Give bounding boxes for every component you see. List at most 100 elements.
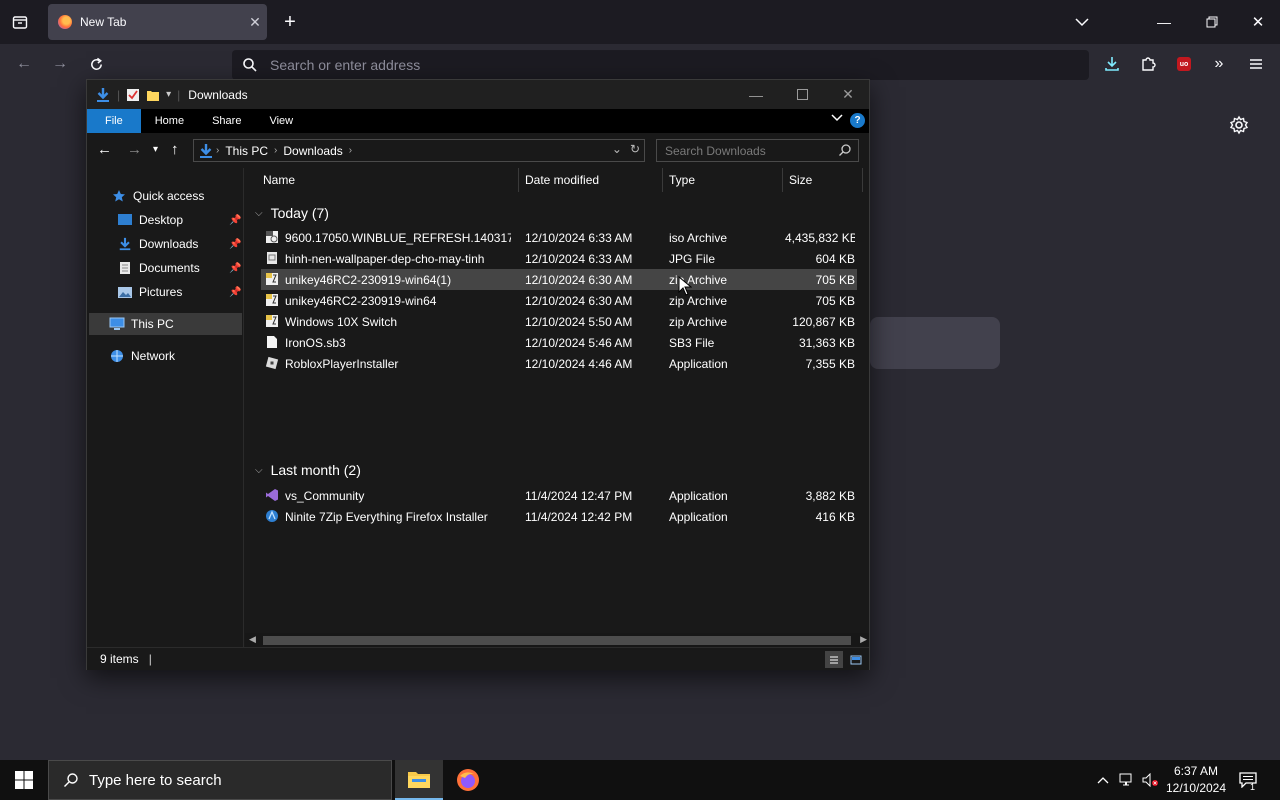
details-view-icon[interactable] [825, 651, 843, 668]
file-date-modified: 12/10/2024 6:33 AM [525, 231, 633, 245]
group-header-last-month[interactable]: ⌵ Last month (2) [255, 459, 361, 481]
back-arrow-icon[interactable]: ← [97, 141, 112, 158]
network-status-icon[interactable] [1116, 760, 1138, 800]
tab-close-icon[interactable]: ✕ [243, 14, 267, 31]
status-bar: 9 items | [87, 647, 869, 670]
help-icon[interactable]: ? [850, 113, 865, 128]
file-row[interactable]: Ninite 7Zip Everything Firefox Installer… [261, 506, 857, 527]
search-downloads-input[interactable]: Search Downloads [656, 139, 859, 162]
column-header-date-modified[interactable]: Date modified [519, 168, 663, 192]
taskbar-search-box[interactable]: Type here to search [48, 760, 392, 800]
navigation-pane: Quick access Desktop 📌 Downloads 📌 Docum… [87, 168, 244, 647]
explorer-minimize-icon[interactable]: — [733, 80, 779, 109]
up-arrow-icon[interactable]: ↑ [171, 141, 179, 158]
refresh-icon[interactable]: ↻ [630, 142, 640, 156]
new-tab-search-box[interactable] [870, 317, 1000, 369]
column-header-type[interactable]: Type [663, 168, 783, 192]
action-center-icon[interactable]: 1 [1236, 760, 1260, 800]
expand-ribbon-icon[interactable] [831, 113, 843, 125]
file-explorer-window: | ▾ | Downloads — ✕ File Home Share View… [86, 79, 870, 670]
nav-desktop[interactable]: Desktop 📌 [117, 209, 243, 231]
tab-home[interactable]: Home [141, 109, 198, 133]
breadcrumb-this-pc[interactable]: This PC [225, 144, 268, 158]
horizontal-scrollbar[interactable]: ◀ ▶ [245, 633, 869, 647]
file-date-modified: 12/10/2024 5:50 AM [525, 315, 633, 329]
file-name: unikey46RC2-230919-win64 [285, 294, 437, 308]
downloads-icon[interactable] [1100, 52, 1124, 76]
new-tab-button[interactable]: + [278, 10, 302, 34]
firefox-view-icon[interactable] [8, 10, 32, 34]
customize-qat-icon[interactable]: ▾ [166, 89, 171, 100]
forward-arrow-icon[interactable]: → [127, 141, 142, 158]
file-row[interactable]: 9600.17050.WINBLUE_REFRESH.140317-1... 12… [261, 227, 857, 248]
tab-file[interactable]: File [87, 109, 141, 133]
ribbon-tabs: File Home Share View ? [87, 109, 869, 133]
scrollbar-thumb[interactable] [263, 636, 851, 645]
system-clock[interactable]: 6:37 AM 12/10/2024 [1160, 763, 1232, 797]
recent-locations-icon[interactable]: ▾ [153, 144, 158, 155]
nav-network[interactable]: Network [109, 345, 241, 367]
restore-window-icon[interactable] [1198, 8, 1226, 36]
file-explorer-taskbar-icon[interactable] [395, 760, 443, 800]
file-type: iso Archive [669, 231, 728, 245]
file-name: Windows 10X Switch [285, 315, 398, 329]
pin-icon[interactable]: 📌 [229, 215, 241, 226]
file-row[interactable]: unikey46RC2-230919-win64(1) 12/10/2024 6:… [261, 269, 857, 290]
new-folder-icon[interactable] [146, 88, 160, 102]
explorer-close-icon[interactable]: ✕ [825, 80, 871, 109]
breadcrumb-chevron-icon[interactable]: › [349, 145, 352, 156]
column-header-name[interactable]: Name [257, 168, 519, 192]
tab-share[interactable]: Share [198, 109, 255, 133]
close-window-icon[interactable]: ✕ [1244, 8, 1272, 36]
browser-tab-bar: New Tab ✕ + — ✕ [0, 0, 1280, 44]
explorer-maximize-icon[interactable] [779, 80, 825, 109]
file-row[interactable]: unikey46RC2-230919-win64 12/10/2024 6:30 … [261, 290, 857, 311]
back-arrow-icon[interactable]: ← [12, 52, 36, 76]
nav-documents[interactable]: Documents 📌 [117, 257, 243, 279]
scroll-left-icon[interactable]: ◀ [249, 634, 256, 645]
firefox-taskbar-icon[interactable] [444, 760, 492, 800]
group-header-today[interactable]: ⌵ Today (7) [255, 202, 329, 224]
extensions-puzzle-icon[interactable] [1136, 52, 1160, 76]
scroll-right-icon[interactable]: ▶ [860, 634, 867, 645]
firefox-favicon-icon [58, 15, 72, 29]
tab-view[interactable]: View [255, 109, 307, 133]
gear-icon[interactable] [1227, 113, 1251, 137]
hamburger-menu-icon[interactable] [1244, 52, 1268, 76]
file-row[interactable]: hinh-nen-wallpaper-dep-cho-may-tinh 12/10… [261, 248, 857, 269]
file-row[interactable]: RobloxPlayerInstaller 12/10/2024 4:46 AM A… [261, 353, 857, 374]
nav-this-pc[interactable]: This PC [89, 313, 242, 335]
file-row[interactable]: vs_Community 11/4/2024 12:47 PM Applicatio… [261, 485, 857, 506]
file-date-modified: 11/4/2024 12:42 PM [525, 510, 633, 524]
more-tools-chevron-icon[interactable]: » [1207, 52, 1231, 76]
address-bar[interactable]: › This PC › Downloads › ⌄ ↻ [193, 139, 645, 162]
list-all-tabs-icon[interactable] [1070, 10, 1094, 34]
star-icon [111, 188, 127, 204]
large-icons-view-icon[interactable] [847, 651, 865, 668]
nav-downloads[interactable]: Downloads 📌 [117, 233, 243, 255]
file-row[interactable]: Windows 10X Switch 12/10/2024 5:50 AM zip … [261, 311, 857, 332]
ublock-origin-icon[interactable]: uo [1172, 52, 1196, 76]
nav-quick-access[interactable]: Quick access [111, 185, 241, 207]
minimize-window-icon[interactable]: — [1150, 8, 1178, 36]
breadcrumb-downloads[interactable]: Downloads [283, 144, 342, 158]
url-bar[interactable]: Search or enter address [232, 50, 1089, 80]
windows-start-icon[interactable] [0, 760, 48, 800]
pin-icon[interactable]: 📌 [229, 239, 241, 250]
volume-muted-icon[interactable] [1139, 760, 1161, 800]
pin-icon[interactable]: 📌 [229, 263, 241, 274]
column-header-size[interactable]: Size [783, 168, 863, 192]
forward-arrow-icon[interactable]: → [48, 52, 72, 76]
nav-label: This PC [131, 317, 174, 331]
reload-icon[interactable] [84, 52, 108, 76]
breadcrumb-chevron-icon[interactable]: › [216, 145, 219, 156]
show-hidden-icons-chevron-icon[interactable] [1092, 760, 1114, 800]
address-dropdown-icon[interactable]: ⌄ [612, 142, 622, 156]
file-size: 7,355 KB [805, 357, 855, 371]
tab-new-tab[interactable]: New Tab ✕ [48, 4, 267, 40]
properties-icon[interactable] [126, 88, 140, 102]
pin-icon[interactable]: 📌 [229, 287, 241, 298]
file-row[interactable]: IronOS.sb3 12/10/2024 5:46 AM SB3 File 31,3… [261, 332, 857, 353]
breadcrumb-chevron-icon[interactable]: › [274, 145, 277, 156]
nav-pictures[interactable]: Pictures 📌 [117, 281, 243, 303]
